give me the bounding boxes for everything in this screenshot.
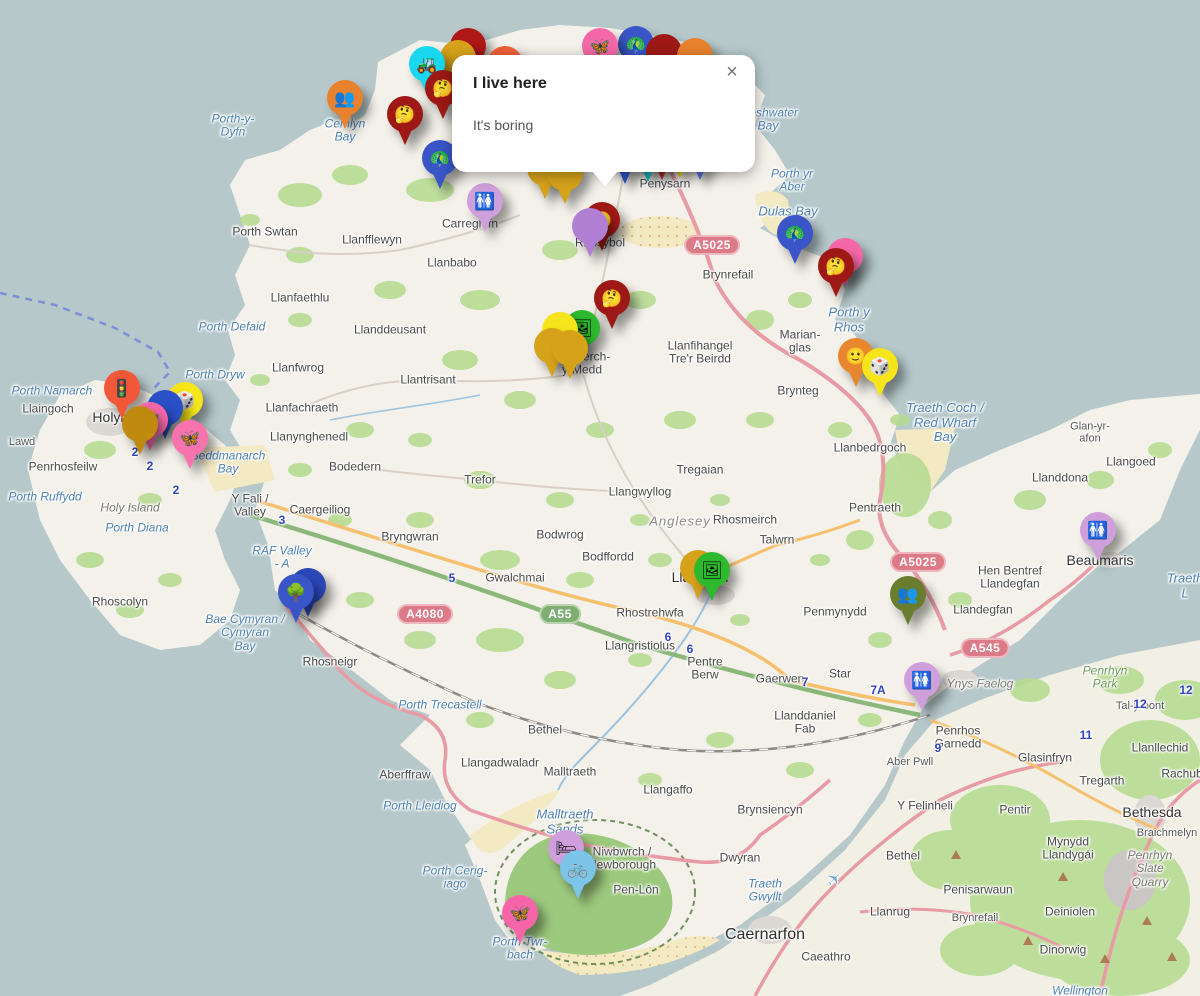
marker-tail [581, 237, 599, 257]
map-marker-butterfly[interactable]: 🦋 [172, 420, 208, 470]
map-marker-restroom[interactable]: 🚻 [1080, 512, 1116, 562]
marker-tail [871, 377, 889, 397]
marker-tail [899, 605, 917, 625]
map-marker-busts-in-silhouette[interactable]: 👥 [327, 80, 363, 130]
marker-tail [336, 109, 354, 129]
marker-tail [569, 879, 587, 899]
marker-tail [827, 277, 845, 297]
map-marker-hidden[interactable] [572, 208, 608, 258]
marker-tail [181, 449, 199, 469]
map-marker-deciduous-tree[interactable]: 🌳 [278, 574, 314, 624]
map-canvas[interactable]: ✈ Porth-y- DyfnCemlyn BayPorth SwtanLlan… [0, 0, 1200, 996]
map-marker-thinking-face[interactable]: 🤔 [387, 96, 423, 146]
map-marker-framed-picture[interactable]: 🖼 [694, 552, 730, 602]
marker-tail [131, 435, 149, 455]
close-icon[interactable]: × [721, 61, 743, 83]
map-marker-peacock[interactable]: 🦚 [777, 215, 813, 265]
map-marker-thinking-face[interactable]: 🤔 [818, 248, 854, 298]
marker-tail [603, 309, 621, 329]
marker-tail [786, 244, 804, 264]
map-marker-restroom[interactable]: 🚻 [904, 662, 940, 712]
marker-tail [511, 924, 529, 944]
marker-tail [396, 125, 414, 145]
map-marker-butterfly[interactable]: 🦋 [502, 895, 538, 945]
marker-tail [434, 99, 452, 119]
marker-tail [556, 184, 574, 204]
popup-tail [592, 171, 618, 186]
map-marker-busts-in-silhouette[interactable]: 👥 [890, 576, 926, 626]
marker-tail [1089, 541, 1107, 561]
map-marker-restroom[interactable]: 🚻 [467, 183, 503, 233]
map-popup: I live here It's boring × [452, 55, 755, 172]
marker-tail [561, 359, 579, 379]
map-marker-game-die[interactable]: 🎲 [862, 348, 898, 398]
marker-tail [287, 603, 305, 623]
marker-tail [703, 581, 721, 601]
map-marker-hidden[interactable] [122, 406, 158, 456]
marker-tail [476, 212, 494, 232]
map-marker-hidden[interactable] [552, 330, 588, 380]
marker-tail [913, 691, 931, 711]
map-marker-bicycle[interactable]: 🚲 [560, 850, 596, 900]
popup-title: I live here [473, 75, 547, 93]
marker-tail [431, 169, 449, 189]
popup-body: It's boring [473, 117, 533, 133]
